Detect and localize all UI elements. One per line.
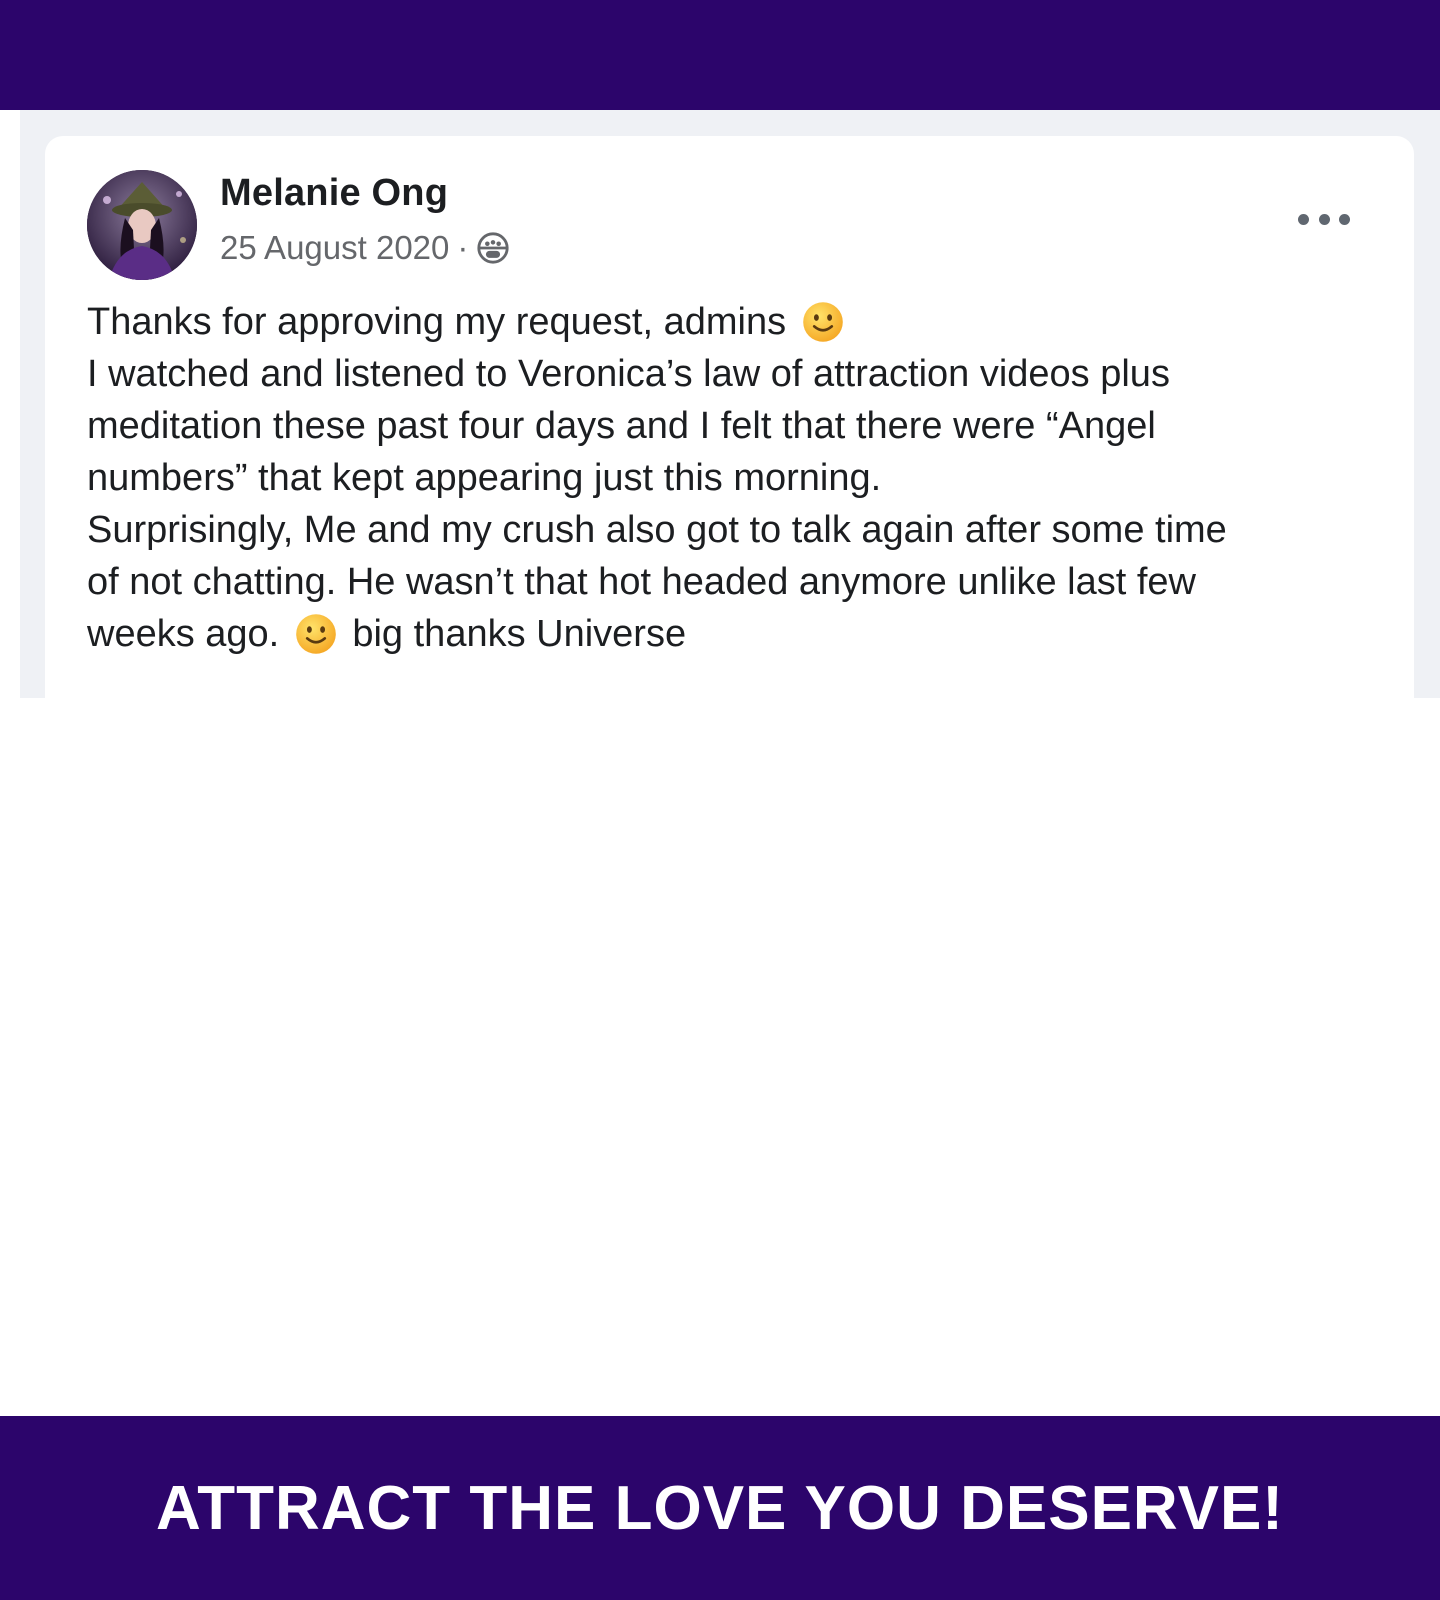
post-line: numbers” that kept appearing just this m… [87, 457, 882, 499]
bottom-banner: ATTRACT THE LOVE YOU DESERVE! [0, 1416, 1440, 1600]
more-dot-icon [1339, 213, 1350, 225]
slightly-smiling-face-icon [802, 302, 843, 342]
post-date[interactable]: 25 August 2020 [220, 229, 449, 267]
avatar[interactable] [87, 170, 197, 280]
more-dot-icon [1298, 213, 1309, 225]
post-line: of not chatting. He wasn’t that hot head… [87, 561, 1196, 603]
post-line: Thanks for approving my request, admins [87, 296, 1337, 348]
meta-separator: · [457, 229, 469, 266]
more-options-button[interactable] [1298, 204, 1350, 234]
avatar-image [87, 170, 197, 280]
post-body: Thanks for approving my request, admins … [87, 296, 1337, 660]
post-meta: 25 August 2020 · [220, 228, 510, 268]
feed-background: Melanie Ong 25 August 2020 · Thanks for … [20, 110, 1440, 698]
more-dot-icon [1318, 213, 1330, 225]
slightly-smiling-face-icon [295, 614, 336, 654]
post-line: Surprisingly, Me and my crush also got t… [87, 509, 1227, 551]
post-line: I watched and listened to Veronica’s law… [87, 353, 1170, 395]
post-line: meditation these past four days and I fe… [87, 405, 1156, 447]
post-card: Melanie Ong 25 August 2020 · Thanks for … [45, 136, 1414, 698]
cta-headline: ATTRACT THE LOVE YOU DESERVE! [156, 1473, 1284, 1543]
author-name[interactable]: Melanie Ong [220, 172, 448, 215]
public-globe-icon[interactable] [476, 231, 510, 265]
post-line: weeks ago. big thanks Universe [87, 613, 687, 655]
top-banner [0, 0, 1440, 110]
